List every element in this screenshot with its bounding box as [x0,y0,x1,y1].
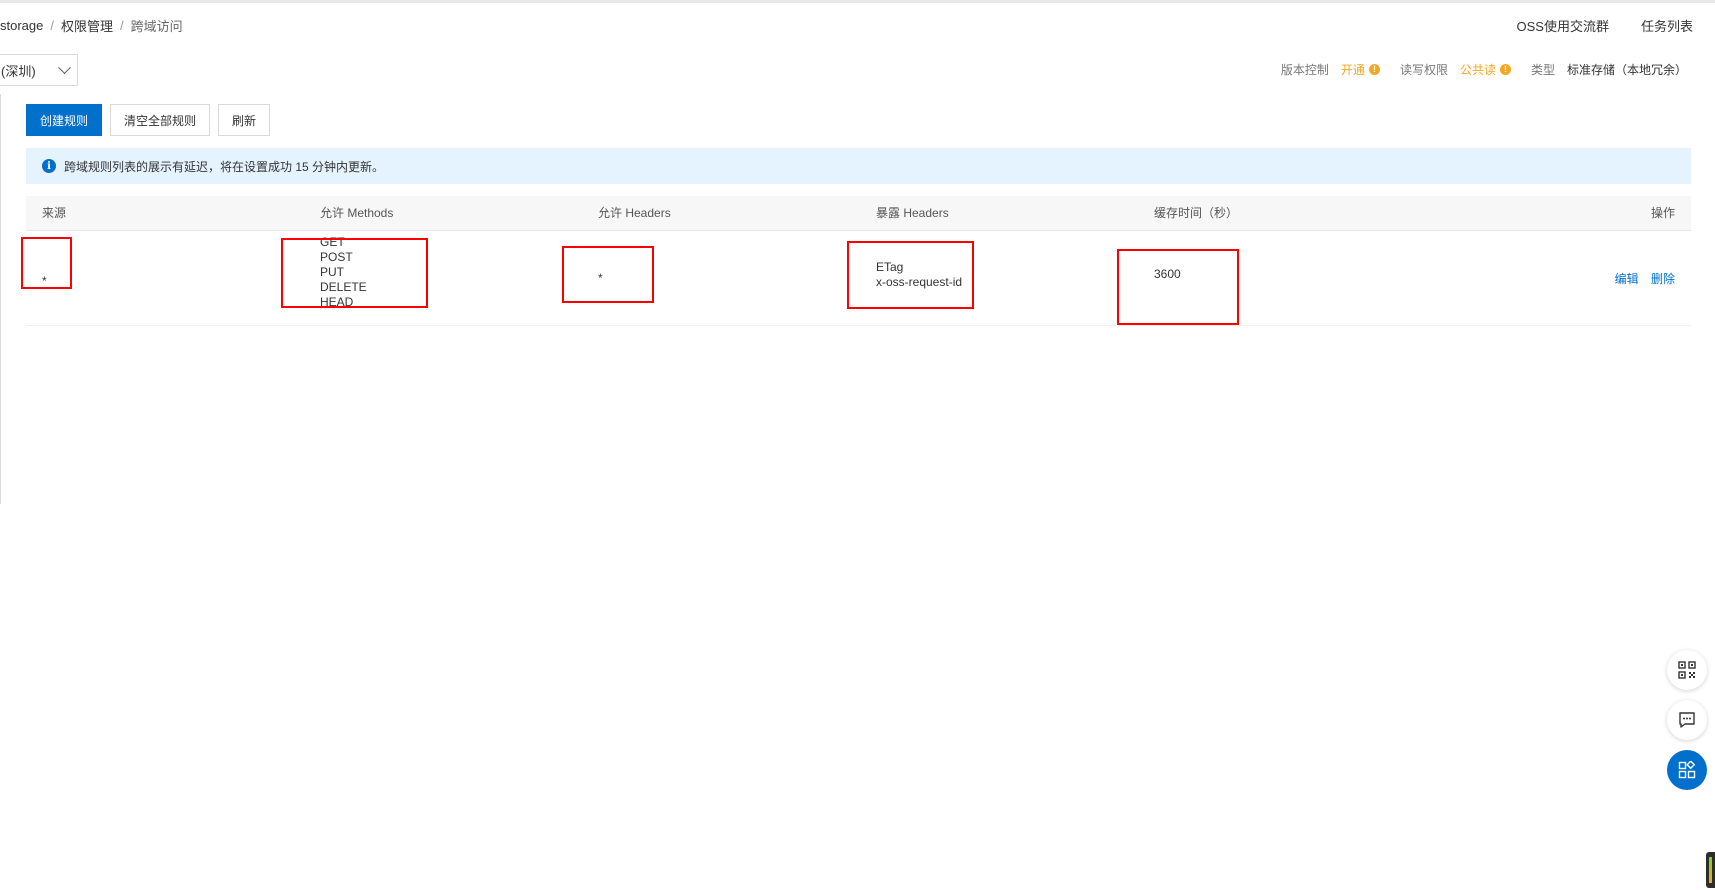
notice-text: 跨域规则列表的展示有延迟，将在设置成功 15 分钟内更新。 [64,159,385,174]
create-rule-button[interactable]: 创建规则 [26,104,103,136]
qr-code-button[interactable] [1667,650,1707,690]
info-notice: i 跨域规则列表的展示有延迟，将在设置成功 15 分钟内更新。 [26,148,1691,184]
column-header-max-age: 缓存时间（秒） [1154,206,1239,220]
breadcrumb-separator: / [120,17,124,33]
toolbar: 创建规则 清空全部规则 刷新 [26,104,278,136]
storage-type-label: 类型 [1530,62,1555,77]
acl-value: 公共读 [1459,62,1496,77]
versioning-value: 开通 [1340,62,1365,77]
column-header-allow-headers: 允许 Headers [598,206,671,220]
column-header-methods: 允许 Methods [320,206,394,220]
bucket-meta: 版本控制 开通 ! 读写权限 公共读 ! 类型 标准存储（本地冗余） [1281,60,1687,78]
chat-icon [1679,712,1695,728]
column-header-source: 来源 [42,206,67,220]
oss-community-link[interactable]: OSS使用交流群 [1517,16,1609,35]
breadcrumb-separator: / [50,17,54,33]
region-select-value: (深圳) [1,63,36,79]
warning-icon: ! [1499,63,1511,75]
edit-link[interactable]: 编辑 [1615,272,1639,286]
region-select[interactable]: (深圳) [0,54,78,86]
left-divider [0,94,1,504]
chevron-down-icon [58,60,71,74]
annotation-box-source [21,237,72,289]
column-header-expose-headers: 暴露 Headers [876,206,949,220]
column-header-actions: 操作 [1650,206,1675,220]
refresh-button[interactable]: 刷新 [218,104,271,136]
info-icon: i [42,159,56,173]
breadcrumb-item-permissions[interactable]: 权限管理 [61,16,113,35]
storage-type-value: 标准存储（本地冗余） [1566,62,1687,77]
top-links: OSS使用交流群 任务列表 [1485,16,1693,34]
annotation-box-expose-headers [847,241,974,309]
versioning-label: 版本控制 [1280,62,1329,77]
apps-icon [1678,761,1696,779]
annotation-box-allow-headers [562,246,654,303]
breadcrumb-item-bucket[interactable]: storage [0,18,43,33]
acl-label: 读写权限 [1399,62,1448,77]
qr-code-icon [1678,661,1696,679]
chat-button[interactable] [1667,700,1707,740]
status-widget[interactable] [1706,852,1715,888]
apps-button[interactable] [1667,750,1707,790]
warning-icon: ! [1368,63,1380,75]
delete-link[interactable]: 删除 [1651,272,1675,286]
table-header: 来源 允许 Methods 允许 Headers 暴露 Headers 缓存时间… [26,196,1691,231]
annotation-box-methods [281,238,428,308]
top-divider [0,0,1715,3]
annotation-box-max-age [1117,249,1239,325]
row-actions: 编辑 删除 [1606,270,1675,287]
breadcrumb-item-cors: 跨域访问 [130,18,183,34]
task-list-link[interactable]: 任务列表 [1641,16,1693,35]
breadcrumb: storage / 权限管理 / 跨域访问 [0,16,183,34]
clear-all-rules-button[interactable]: 清空全部规则 [110,104,211,136]
